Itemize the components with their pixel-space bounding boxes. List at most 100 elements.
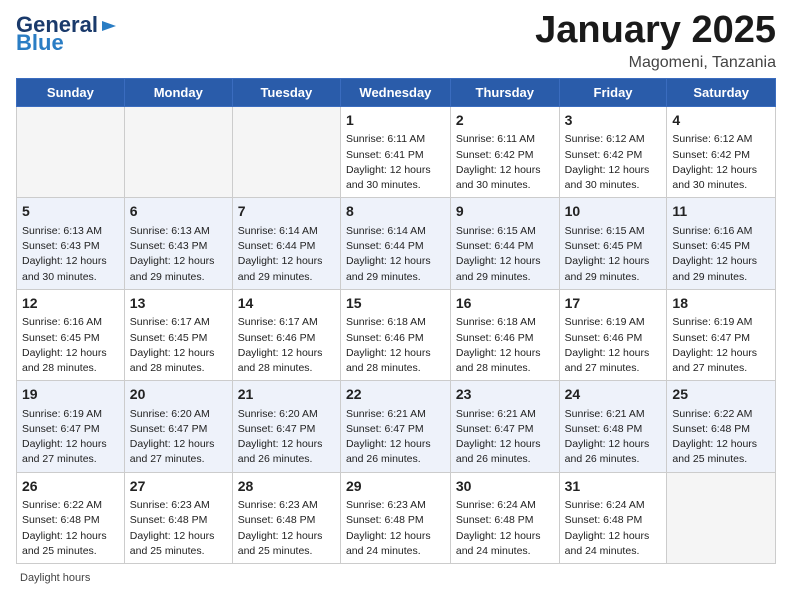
calendar-day-header: Tuesday bbox=[232, 78, 340, 106]
calendar-day-header: Saturday bbox=[667, 78, 776, 106]
cell-content: Sunrise: 6:24 AMSunset: 6:48 PMDaylight:… bbox=[565, 498, 662, 559]
calendar-cell: 28Sunrise: 6:23 AMSunset: 6:48 PMDayligh… bbox=[232, 472, 340, 563]
calendar-day-header: Thursday bbox=[450, 78, 559, 106]
calendar-cell: 16Sunrise: 6:18 AMSunset: 6:46 PMDayligh… bbox=[450, 289, 559, 380]
calendar-cell: 10Sunrise: 6:15 AMSunset: 6:45 PMDayligh… bbox=[559, 198, 667, 289]
day-number: 10 bbox=[565, 202, 662, 222]
day-number: 20 bbox=[130, 385, 227, 405]
cell-content: Sunrise: 6:23 AMSunset: 6:48 PMDaylight:… bbox=[346, 498, 445, 559]
day-number: 26 bbox=[22, 477, 119, 497]
calendar-cell: 27Sunrise: 6:23 AMSunset: 6:48 PMDayligh… bbox=[124, 472, 232, 563]
cell-content: Sunrise: 6:12 AMSunset: 6:42 PMDaylight:… bbox=[672, 132, 770, 193]
calendar-cell: 1Sunrise: 6:11 AMSunset: 6:41 PMDaylight… bbox=[340, 106, 450, 197]
day-number: 18 bbox=[672, 294, 770, 314]
day-number: 7 bbox=[238, 202, 335, 222]
calendar-header-row: SundayMondayTuesdayWednesdayThursdayFrid… bbox=[17, 78, 776, 106]
calendar-cell: 9Sunrise: 6:15 AMSunset: 6:44 PMDaylight… bbox=[450, 198, 559, 289]
cell-content: Sunrise: 6:20 AMSunset: 6:47 PMDaylight:… bbox=[238, 407, 335, 468]
day-number: 14 bbox=[238, 294, 335, 314]
calendar-cell: 12Sunrise: 6:16 AMSunset: 6:45 PMDayligh… bbox=[17, 289, 125, 380]
calendar-cell: 4Sunrise: 6:12 AMSunset: 6:42 PMDaylight… bbox=[667, 106, 776, 197]
day-number: 28 bbox=[238, 477, 335, 497]
cell-content: Sunrise: 6:14 AMSunset: 6:44 PMDaylight:… bbox=[346, 224, 445, 285]
cell-content: Sunrise: 6:15 AMSunset: 6:44 PMDaylight:… bbox=[456, 224, 554, 285]
cell-content: Sunrise: 6:14 AMSunset: 6:44 PMDaylight:… bbox=[238, 224, 335, 285]
day-number: 5 bbox=[22, 202, 119, 222]
calendar-cell: 31Sunrise: 6:24 AMSunset: 6:48 PMDayligh… bbox=[559, 472, 667, 563]
month-title: January 2025 bbox=[535, 10, 776, 52]
calendar-cell: 22Sunrise: 6:21 AMSunset: 6:47 PMDayligh… bbox=[340, 381, 450, 472]
day-number: 3 bbox=[565, 111, 662, 131]
header: General Blue January 2025 Magomeni, Tanz… bbox=[16, 10, 776, 72]
calendar-cell: 7Sunrise: 6:14 AMSunset: 6:44 PMDaylight… bbox=[232, 198, 340, 289]
cell-content: Sunrise: 6:19 AMSunset: 6:47 PMDaylight:… bbox=[22, 407, 119, 468]
cell-content: Sunrise: 6:17 AMSunset: 6:45 PMDaylight:… bbox=[130, 315, 227, 376]
calendar-table: SundayMondayTuesdayWednesdayThursdayFrid… bbox=[16, 78, 776, 564]
subtitle: Magomeni, Tanzania bbox=[535, 54, 776, 72]
cell-content: Sunrise: 6:11 AMSunset: 6:42 PMDaylight:… bbox=[456, 132, 554, 193]
cell-content: Sunrise: 6:20 AMSunset: 6:47 PMDaylight:… bbox=[130, 407, 227, 468]
calendar-cell: 15Sunrise: 6:18 AMSunset: 6:46 PMDayligh… bbox=[340, 289, 450, 380]
calendar-cell: 8Sunrise: 6:14 AMSunset: 6:44 PMDaylight… bbox=[340, 198, 450, 289]
calendar-cell bbox=[232, 106, 340, 197]
day-number: 19 bbox=[22, 385, 119, 405]
logo-icon bbox=[100, 17, 118, 35]
day-number: 23 bbox=[456, 385, 554, 405]
day-number: 25 bbox=[672, 385, 770, 405]
calendar-day-header: Monday bbox=[124, 78, 232, 106]
cell-content: Sunrise: 6:21 AMSunset: 6:48 PMDaylight:… bbox=[565, 407, 662, 468]
cell-content: Sunrise: 6:18 AMSunset: 6:46 PMDaylight:… bbox=[456, 315, 554, 376]
day-number: 30 bbox=[456, 477, 554, 497]
cell-content: Sunrise: 6:22 AMSunset: 6:48 PMDaylight:… bbox=[22, 498, 119, 559]
day-number: 1 bbox=[346, 111, 445, 131]
cell-content: Sunrise: 6:11 AMSunset: 6:41 PMDaylight:… bbox=[346, 132, 445, 193]
day-number: 21 bbox=[238, 385, 335, 405]
calendar-cell: 5Sunrise: 6:13 AMSunset: 6:43 PMDaylight… bbox=[17, 198, 125, 289]
calendar-cell: 11Sunrise: 6:16 AMSunset: 6:45 PMDayligh… bbox=[667, 198, 776, 289]
cell-content: Sunrise: 6:21 AMSunset: 6:47 PMDaylight:… bbox=[346, 407, 445, 468]
calendar-week-row: 12Sunrise: 6:16 AMSunset: 6:45 PMDayligh… bbox=[17, 289, 776, 380]
calendar-week-row: 26Sunrise: 6:22 AMSunset: 6:48 PMDayligh… bbox=[17, 472, 776, 563]
calendar-cell: 3Sunrise: 6:12 AMSunset: 6:42 PMDaylight… bbox=[559, 106, 667, 197]
day-number: 13 bbox=[130, 294, 227, 314]
day-number: 17 bbox=[565, 294, 662, 314]
calendar-cell: 14Sunrise: 6:17 AMSunset: 6:46 PMDayligh… bbox=[232, 289, 340, 380]
calendar-week-row: 19Sunrise: 6:19 AMSunset: 6:47 PMDayligh… bbox=[17, 381, 776, 472]
cell-content: Sunrise: 6:15 AMSunset: 6:45 PMDaylight:… bbox=[565, 224, 662, 285]
calendar-cell: 20Sunrise: 6:20 AMSunset: 6:47 PMDayligh… bbox=[124, 381, 232, 472]
calendar-week-row: 1Sunrise: 6:11 AMSunset: 6:41 PMDaylight… bbox=[17, 106, 776, 197]
calendar-day-header: Sunday bbox=[17, 78, 125, 106]
calendar-cell: 30Sunrise: 6:24 AMSunset: 6:48 PMDayligh… bbox=[450, 472, 559, 563]
day-number: 6 bbox=[130, 202, 227, 222]
calendar-cell: 24Sunrise: 6:21 AMSunset: 6:48 PMDayligh… bbox=[559, 381, 667, 472]
logo-blue: Blue bbox=[16, 32, 64, 54]
cell-content: Sunrise: 6:22 AMSunset: 6:48 PMDaylight:… bbox=[672, 407, 770, 468]
calendar-week-row: 5 Sunrise: 6:13 AMSunset: 6:43 PMDaylight… bbox=[17, 198, 776, 289]
cell-content: Sunrise: 6:16 AMSunset: 6:45 PMDaylight:… bbox=[672, 224, 770, 285]
cell-content: Sunrise: 6:24 AMSunset: 6:48 PMDaylight:… bbox=[456, 498, 554, 559]
cell-content: Sunrise: 6:13 AMSunset: 6:43 PMDaylight:… bbox=[130, 224, 227, 285]
footer: Daylight hours bbox=[16, 572, 776, 584]
logo: General Blue bbox=[16, 14, 118, 54]
day-number: 4 bbox=[672, 111, 770, 131]
calendar-cell: 21Sunrise: 6:20 AMSunset: 6:47 PMDayligh… bbox=[232, 381, 340, 472]
cell-content: Sunrise: 6:18 AMSunset: 6:46 PMDaylight:… bbox=[346, 315, 445, 376]
cell-content: Sunrise: 6:16 AMSunset: 6:45 PMDaylight:… bbox=[22, 315, 119, 376]
cell-content: Sunrise: 6:19 AMSunset: 6:47 PMDaylight:… bbox=[672, 315, 770, 376]
day-number: 27 bbox=[130, 477, 227, 497]
day-number: 22 bbox=[346, 385, 445, 405]
calendar-cell: 29Sunrise: 6:23 AMSunset: 6:48 PMDayligh… bbox=[340, 472, 450, 563]
day-number: 31 bbox=[565, 477, 662, 497]
calendar-cell: 2Sunrise: 6:11 AMSunset: 6:42 PMDaylight… bbox=[450, 106, 559, 197]
title-block: January 2025 Magomeni, Tanzania bbox=[535, 10, 776, 72]
calendar-cell: 23Sunrise: 6:21 AMSunset: 6:47 PMDayligh… bbox=[450, 381, 559, 472]
day-number: 16 bbox=[456, 294, 554, 314]
calendar-cell: 13Sunrise: 6:17 AMSunset: 6:45 PMDayligh… bbox=[124, 289, 232, 380]
calendar-cell bbox=[17, 106, 125, 197]
day-number: 29 bbox=[346, 477, 445, 497]
day-number: 24 bbox=[565, 385, 662, 405]
calendar-cell: 26Sunrise: 6:22 AMSunset: 6:48 PMDayligh… bbox=[17, 472, 125, 563]
daylight-label: Daylight hours bbox=[20, 572, 90, 584]
day-number: 2 bbox=[456, 111, 554, 131]
day-number: 8 bbox=[346, 202, 445, 222]
